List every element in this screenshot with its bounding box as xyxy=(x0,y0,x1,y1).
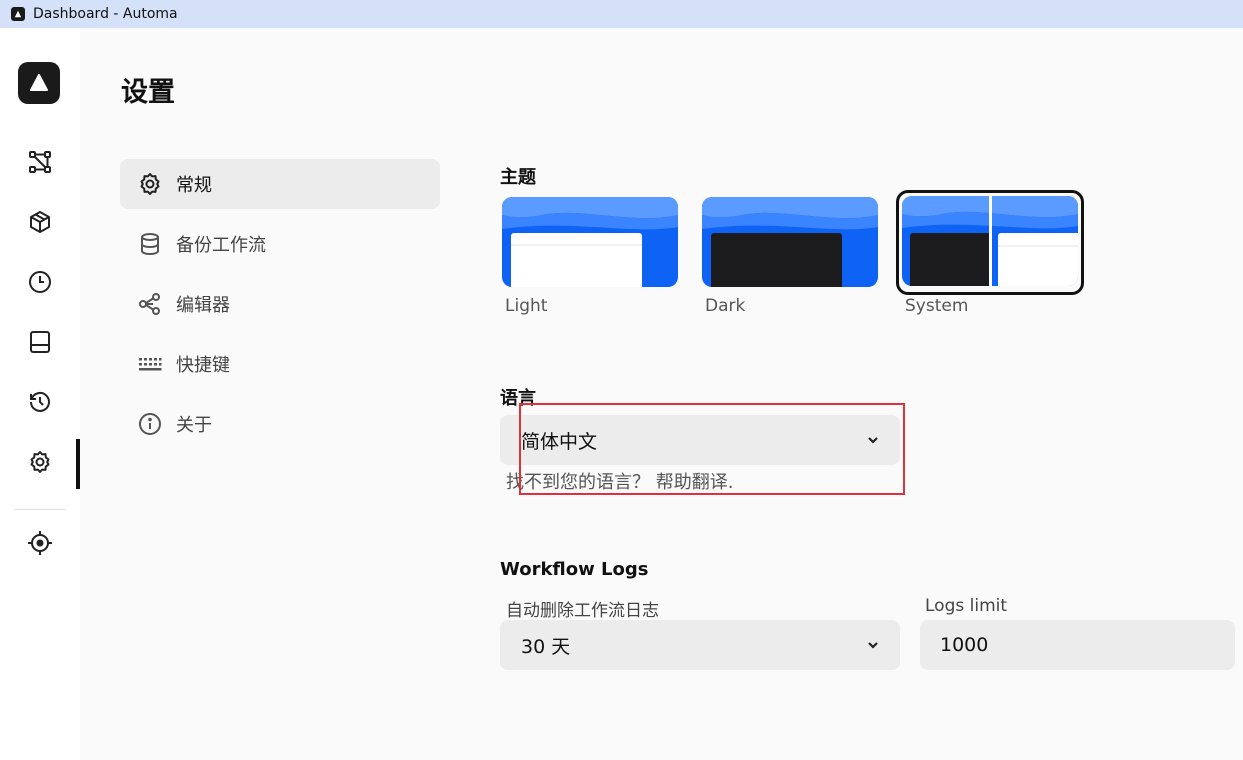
workflow-logs-heading: Workflow Logs xyxy=(500,559,649,580)
nav-item-shortcuts[interactable]: 快捷键 xyxy=(120,339,440,389)
annotation-highlight-box xyxy=(519,403,905,495)
window-title: Dashboard - Automa xyxy=(33,6,178,22)
theme-heading: 主题 xyxy=(500,167,536,188)
nav-item-general[interactable]: 常规 xyxy=(120,159,440,209)
theme-option-light[interactable] xyxy=(502,197,678,287)
rail-workflows-button[interactable] xyxy=(20,144,60,184)
automa-app-icon xyxy=(11,7,25,21)
logs-limit-input[interactable] xyxy=(920,620,1235,670)
nav-item-editor[interactable]: 编辑器 xyxy=(120,279,440,329)
rail-logs-button[interactable] xyxy=(20,384,60,424)
crosshair-icon xyxy=(27,530,53,560)
theme-label-light: Light xyxy=(505,296,548,316)
cube-icon xyxy=(28,210,52,238)
nodes-icon xyxy=(137,291,163,317)
dark-theme-preview xyxy=(702,197,878,287)
auto-delete-label: 自动删除工作流日志 xyxy=(506,601,659,621)
auto-delete-value: 30 天 xyxy=(521,635,571,658)
rail-divider xyxy=(14,509,66,510)
nav-item-label: 关于 xyxy=(176,415,212,436)
nav-item-label: 备份工作流 xyxy=(176,235,266,256)
page-title: 设置 xyxy=(121,77,175,108)
rail-active-indicator xyxy=(76,439,80,489)
rail-storage-button[interactable] xyxy=(20,324,60,364)
database-icon xyxy=(137,231,163,257)
history-icon xyxy=(28,390,52,418)
gear-icon xyxy=(137,171,163,197)
rail-schedules-button[interactable] xyxy=(20,264,60,304)
theme-label-system: System xyxy=(905,296,969,316)
automa-logo[interactable] xyxy=(18,62,60,104)
keyboard-icon xyxy=(137,351,163,377)
storage-icon xyxy=(28,330,52,358)
theme-label-dark: Dark xyxy=(705,296,746,316)
rail-packages-button[interactable] xyxy=(20,204,60,244)
nav-item-backup[interactable]: 备份工作流 xyxy=(120,219,440,269)
flow-icon xyxy=(28,150,52,178)
auto-delete-select[interactable]: 30 天 xyxy=(500,620,900,670)
rail-element-picker-button[interactable] xyxy=(20,525,60,565)
info-icon xyxy=(137,411,163,437)
window-titlebar: Dashboard - Automa xyxy=(0,0,1243,28)
light-theme-preview xyxy=(502,197,678,287)
rail-settings-button[interactable] xyxy=(20,444,60,484)
nav-item-label: 常规 xyxy=(176,175,212,196)
nav-item-label: 快捷键 xyxy=(176,355,230,376)
clock-icon xyxy=(28,270,52,298)
theme-option-dark[interactable] xyxy=(702,197,878,287)
logs-limit-label: Logs limit xyxy=(925,596,1008,616)
icon-rail xyxy=(0,28,80,760)
chevron-down-icon xyxy=(866,637,880,656)
nav-item-label: 编辑器 xyxy=(176,295,230,316)
nav-item-about[interactable]: 关于 xyxy=(120,399,440,449)
theme-selected-outline xyxy=(896,190,1084,295)
gear-icon xyxy=(28,450,52,478)
